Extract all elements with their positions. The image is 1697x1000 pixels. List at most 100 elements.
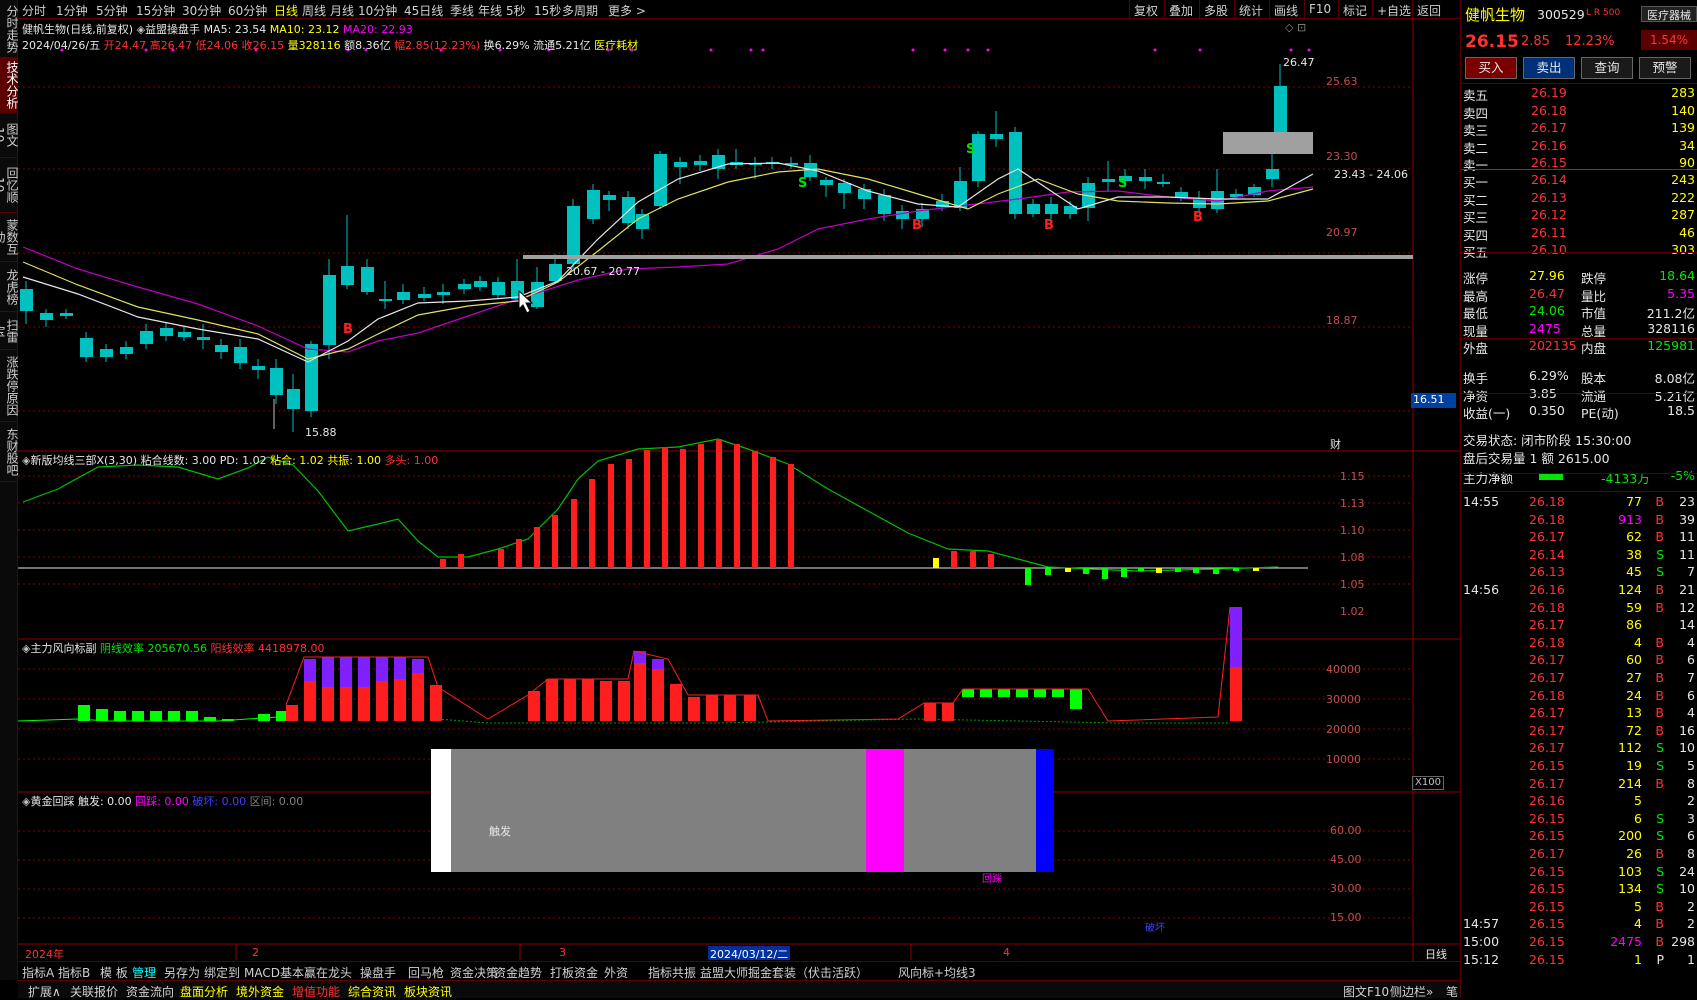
period-9[interactable]: 10分钟 <box>358 2 397 18</box>
period-6[interactable]: 日线 <box>274 2 298 18</box>
left-tab-8[interactable]: 东财股吧 <box>0 422 19 482</box>
indicator-tab-3[interactable]: 管理 <box>132 964 156 981</box>
sell-button[interactable]: 卖出 <box>1523 57 1575 79</box>
period-8[interactable]: 月线 <box>330 2 354 18</box>
candle-body <box>379 299 392 301</box>
toolbar-btn-8[interactable]: 返回 <box>1412 0 1445 18</box>
panel2-header: ◈新版均线三部X(3,30) 粘合线数: 3.00 PD: 1.02 粘合: 1… <box>22 454 439 467</box>
p2-axis-tick: 1.10 <box>1340 524 1365 537</box>
period-5[interactable]: 60分钟 <box>228 2 267 18</box>
period-13[interactable]: 5秒 <box>506 2 526 18</box>
alert-button[interactable]: 预警 <box>1639 57 1691 79</box>
last-price: 26.15 <box>1465 32 1519 52</box>
period-0[interactable]: 分时 <box>22 2 46 18</box>
toolbar-btn-1[interactable]: 叠加 <box>1164 0 1197 18</box>
bs-signal-mark: B <box>343 322 353 337</box>
x-axis-period[interactable]: 日线 <box>1425 946 1447 962</box>
indicator-tab-4[interactable]: 另存为 <box>164 964 200 981</box>
toolbar-btn-3[interactable]: 统计 <box>1234 0 1267 18</box>
left-tab-4[interactable]: 蒙数互动 <box>0 213 19 262</box>
indicator-tab-5[interactable]: 绑定到 <box>204 964 240 981</box>
toolbar-btn-0[interactable]: 复权 <box>1129 0 1162 18</box>
orderbook-row: 最高 26.47 量比 5.35 <box>1461 286 1697 304</box>
period-2[interactable]: 5分钟 <box>96 2 128 18</box>
sector-tag[interactable]: 医疗器械 <box>1641 6 1697 22</box>
indicator-tab-13[interactable]: 外资 <box>604 964 628 981</box>
bottom-link-4[interactable]: 境外资金 <box>236 983 284 1000</box>
p3-bar-top <box>358 657 370 687</box>
p2-bar <box>662 447 668 568</box>
left-tab-0[interactable]: 分时走势 <box>0 0 19 58</box>
indicator-tab-7[interactable]: 赢在龙头 <box>304 964 352 981</box>
tick-cell: 45 <box>1626 564 1642 580</box>
bottom-right-btn-0[interactable]: 图文F10 <box>1343 983 1389 1000</box>
toolbar-btn-7[interactable]: +自选 <box>1372 0 1415 18</box>
tick-cell: 5 <box>1687 758 1695 773</box>
p2-bar-neg <box>1156 568 1162 573</box>
signal-dot <box>1198 48 1202 52</box>
stat-label: 流通 <box>1581 388 1607 404</box>
bottom-link-1[interactable]: 关联报价 <box>70 983 118 1000</box>
period-14[interactable]: 15秒 <box>534 2 561 18</box>
toolbar-btn-5[interactable]: F10 <box>1304 0 1335 18</box>
tick-row: 26.18 24 B 6 <box>1461 688 1697 705</box>
chart-settings-icons[interactable]: ◇ ⊡ <box>1285 21 1306 34</box>
period-10[interactable]: 45日线 <box>404 2 443 18</box>
left-tab-1[interactable]: 技术分析 <box>0 58 19 113</box>
query-button[interactable]: 查询 <box>1581 57 1633 79</box>
p2-axis-tick: 1.05 <box>1340 578 1365 591</box>
buy-button[interactable]: 买入 <box>1465 57 1517 79</box>
p2-bar-neg <box>1083 568 1089 574</box>
indicator-tab-8[interactable]: 操盘手 <box>360 964 396 981</box>
left-tab-6[interactable]: 扫雷宝 <box>0 312 19 350</box>
indicator-name: 益盟操盘手 <box>145 23 201 36</box>
p3-bar <box>724 695 736 721</box>
orderbook-row: 买三 26.12 287 <box>1461 207 1697 225</box>
tick-cell: 23 <box>1679 494 1695 509</box>
indicator-tab-6[interactable]: MACD基本 <box>244 964 304 981</box>
bottom-link-7[interactable]: 板块资讯 <box>404 983 452 1000</box>
indicator-tab-11[interactable]: 资金趋势 <box>494 964 542 981</box>
indicator-tab-12[interactable]: 打板资金 <box>550 964 598 981</box>
left-tab-3[interactable]: 回忆顺10 <box>0 158 19 213</box>
chart-area[interactable]: BBBBSSS+ - <box>18 19 1460 961</box>
toolbar-btn-2[interactable]: 多股 <box>1199 0 1232 18</box>
p3-bar-top <box>652 659 664 669</box>
toolbar-btn-6[interactable]: 标记 <box>1338 0 1371 18</box>
period-4[interactable]: 30分钟 <box>182 2 221 18</box>
indicator-tab-0[interactable]: 指标A <box>22 964 54 981</box>
indicator-tab-15[interactable]: 益盟大师掘金套装（伏击活跃） <box>700 964 868 981</box>
toolbar-btn-4[interactable]: 画线 <box>1269 0 1302 18</box>
p3-axis-tick: 30000 <box>1326 693 1361 706</box>
bottom-right-btn-1[interactable]: 侧边栏» <box>1390 983 1433 1000</box>
bottom-link-6[interactable]: 综合资讯 <box>348 983 396 1000</box>
p3-axis-tick: 10000 <box>1326 753 1361 766</box>
period-7[interactable]: 周线 <box>302 2 326 18</box>
bottom-link-0[interactable]: 扩展∧ <box>28 983 61 1000</box>
indicator-tab-14[interactable]: 指标共振 <box>648 964 696 981</box>
finance-marker[interactable]: 财 <box>1330 436 1341 452</box>
left-tab-2[interactable]: 图文10 <box>0 113 19 158</box>
p3-bar <box>96 709 108 721</box>
period-16[interactable]: 更多 > <box>608 2 646 18</box>
p2-bar <box>951 551 957 568</box>
left-tab-7[interactable]: 涨跌停原因 <box>0 350 19 422</box>
indicator-tab-10[interactable]: 资金决策 <box>450 964 498 981</box>
left-tab-5[interactable]: 龙虎榜 <box>0 262 19 312</box>
bottom-link-3[interactable]: 盘面分析 <box>180 983 228 1000</box>
bottom-right-btn-2[interactable]: 笔 <box>1446 983 1458 1000</box>
period-1[interactable]: 1分钟 <box>56 2 88 18</box>
indicator-tab-2[interactable]: 模 板 <box>100 964 128 981</box>
tick-cell: 26.16 <box>1529 582 1565 597</box>
indicator-tab-9[interactable]: 回马枪 <box>408 964 444 981</box>
bid-label: 买四 <box>1463 227 1489 243</box>
period-15[interactable]: 多周期 <box>562 2 598 18</box>
bottom-link-2[interactable]: 资金流向 <box>126 983 174 1000</box>
indicator-tab-16[interactable]: 风向标+均线3 <box>898 964 976 981</box>
bottom-link-5[interactable]: 增值功能 <box>292 983 340 1000</box>
tick-row: 26.14 38 S 11 <box>1461 547 1697 564</box>
period-12[interactable]: 年线 <box>478 2 502 18</box>
period-3[interactable]: 15分钟 <box>136 2 175 18</box>
period-11[interactable]: 季线 <box>450 2 474 18</box>
indicator-tab-1[interactable]: 指标B <box>58 964 90 981</box>
